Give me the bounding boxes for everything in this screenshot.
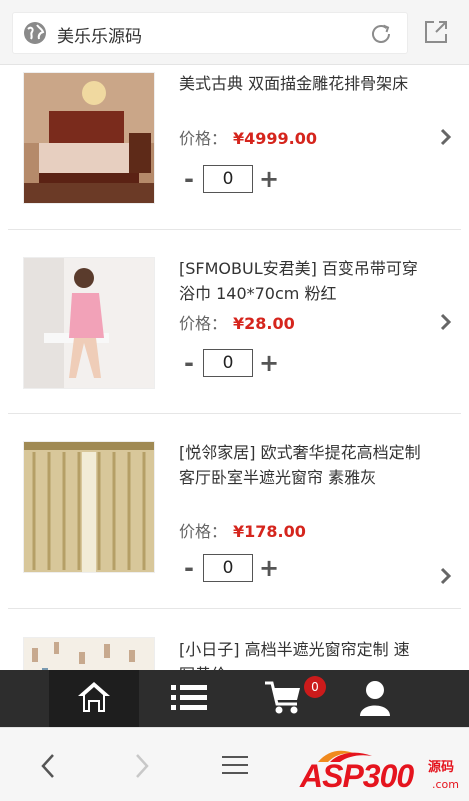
chevron-right-icon[interactable] bbox=[439, 127, 453, 147]
price-label: 价格： bbox=[179, 314, 228, 333]
cart-count-badge: 0 bbox=[304, 676, 326, 698]
list-item[interactable]: [悦邻家居] 欧式奢华提花高档定制客厅卧室半遮光窗帘 素雅灰 价格： ¥178.0… bbox=[0, 414, 469, 609]
watermark-text: ASP300 bbox=[300, 758, 414, 794]
app-bottom-nav: 0 bbox=[0, 670, 469, 727]
watermark-logo: ASP300 源码 .com bbox=[296, 746, 466, 798]
price-row: 价格： ¥178.00 bbox=[179, 518, 306, 542]
chevron-right-icon[interactable] bbox=[439, 312, 453, 332]
price-label: 价格： bbox=[179, 129, 228, 148]
watermark-sub: 源码 bbox=[428, 760, 455, 775]
cart-icon bbox=[265, 681, 300, 714]
list-item[interactable]: [SFMOBUL安君美] 百变吊带可穿浴巾 140*70cm 粉红 价格： ¥28… bbox=[0, 230, 469, 414]
quantity-input[interactable]: 0 bbox=[203, 554, 253, 582]
nav-user[interactable] bbox=[330, 670, 420, 727]
list-icon bbox=[171, 685, 207, 710]
home-icon bbox=[78, 682, 110, 712]
quantity-input[interactable]: 0 bbox=[203, 349, 253, 377]
user-icon bbox=[360, 681, 390, 716]
page-title: 美乐乐源码 bbox=[57, 27, 142, 47]
browser-address-bar: 美乐乐源码 bbox=[0, 0, 469, 65]
price-value: ¥4999.00 bbox=[233, 129, 318, 148]
price-value: ¥178.00 bbox=[233, 522, 306, 541]
decrease-button[interactable]: - bbox=[181, 349, 197, 377]
nav-list[interactable] bbox=[143, 670, 233, 727]
menu-icon[interactable] bbox=[222, 754, 248, 776]
refresh-icon[interactable] bbox=[368, 21, 394, 47]
increase-button[interactable]: + bbox=[259, 165, 279, 193]
watermark-domain: .com bbox=[432, 778, 459, 791]
price-row: 价格： ¥4999.00 bbox=[179, 125, 317, 149]
decrease-button[interactable]: - bbox=[181, 554, 197, 582]
share-icon[interactable] bbox=[423, 19, 449, 45]
product-image-curtain bbox=[23, 441, 155, 573]
list-item[interactable]: [小日子] 高档半遮光窗帘定制 速写黄价 bbox=[0, 609, 469, 670]
globe-icon bbox=[24, 22, 46, 44]
back-icon[interactable] bbox=[38, 752, 58, 780]
product-title[interactable]: [小日子] 高档半遮光窗帘定制 速写黄价 bbox=[179, 637, 424, 670]
quantity-input[interactable]: 0 bbox=[203, 165, 253, 193]
increase-button[interactable]: + bbox=[259, 349, 279, 377]
browser-nav-bar: ASP300 源码 .com bbox=[0, 727, 469, 801]
decrease-button[interactable]: - bbox=[181, 165, 197, 193]
product-image-curtain-2 bbox=[23, 637, 155, 670]
increase-button[interactable]: + bbox=[259, 554, 279, 582]
price-row: 价格： ¥28.00 bbox=[179, 310, 295, 334]
chevron-right-icon[interactable] bbox=[439, 566, 453, 586]
price-value: ¥28.00 bbox=[233, 314, 295, 333]
product-image-towel bbox=[23, 257, 155, 389]
product-title[interactable]: [SFMOBUL安君美] 百变吊带可穿浴巾 140*70cm 粉红 bbox=[179, 256, 424, 306]
product-title[interactable]: [悦邻家居] 欧式奢华提花高档定制客厅卧室半遮光窗帘 素雅灰 bbox=[179, 440, 424, 490]
price-label: 价格： bbox=[179, 522, 228, 541]
nav-home[interactable] bbox=[49, 670, 139, 727]
product-title[interactable]: 美式古典 双面描金雕花排骨架床 bbox=[179, 71, 424, 96]
address-box[interactable]: 美乐乐源码 bbox=[12, 12, 408, 54]
product-list: 美式古典 双面描金雕花排骨架床 价格： ¥4999.00 - 0 + [SFMOB… bbox=[0, 64, 469, 670]
product-image-bed bbox=[23, 72, 155, 204]
list-item[interactable]: 美式古典 双面描金雕花排骨架床 价格： ¥4999.00 - 0 + bbox=[0, 64, 469, 230]
forward-icon[interactable] bbox=[132, 752, 152, 780]
